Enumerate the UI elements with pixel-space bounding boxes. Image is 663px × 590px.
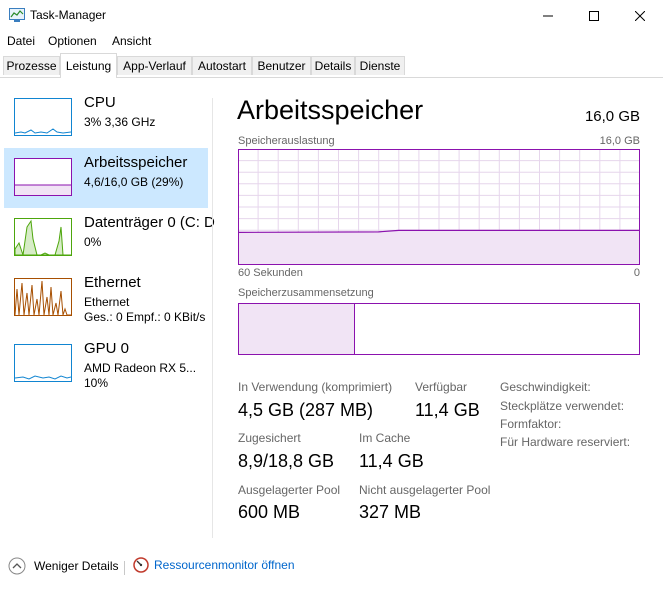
- sidebar-item-sub: Ethernet: [84, 295, 130, 309]
- sidebar-item-title: GPU 0: [84, 340, 130, 357]
- sidebar-item-arbeitsspeicher[interactable]: Arbeitsspeicher 4,6/16,0 GB (29%): [4, 148, 208, 208]
- tab-benutzer[interactable]: Benutzer: [252, 56, 311, 75]
- slots-used-label: Steckplätze verwendet:: [500, 399, 625, 413]
- sidebar-item-title: Ethernet: [84, 274, 141, 291]
- tab-app-verlauf[interactable]: App-Verlauf: [117, 56, 192, 75]
- menu-bar: Datei Optionen Ansicht: [0, 31, 663, 51]
- maximize-icon: [589, 10, 599, 21]
- paged-pool-value: 600 MB: [238, 502, 301, 522]
- cpu-thumbnail-graph: [14, 98, 72, 136]
- memory-usage-area: [239, 230, 639, 264]
- in-use-label: In Verwendung (komprimiert): [238, 380, 393, 394]
- usage-graph-label: Speicherauslastung: [238, 135, 335, 147]
- page-title: Arbeitsspeicher: [237, 95, 424, 125]
- total-memory: 16,0 GB: [584, 108, 640, 125]
- close-icon: [635, 10, 645, 21]
- tab-strip: Prozesse Leistung App-Verlauf Autostart …: [0, 53, 663, 78]
- sidebar-item-sub: AMD Radeon RX 5...: [84, 361, 197, 375]
- chevron-up-icon: [8, 557, 26, 575]
- resource-monitor-link[interactable]: Ressourcenmonitor öffnen: [133, 557, 295, 573]
- tab-autostart[interactable]: Autostart: [192, 56, 252, 75]
- memory-sparkline: [15, 184, 71, 195]
- nonpaged-pool-value: 327 MB: [359, 502, 422, 522]
- ethernet-sparkline: [14, 280, 71, 316]
- close-button[interactable]: [617, 0, 663, 31]
- sidebar-item-title: Arbeitsspeicher: [84, 154, 188, 171]
- resource-monitor-label: Ressourcenmonitor öffnen: [154, 558, 295, 572]
- minimize-icon: [543, 15, 553, 16]
- composition-in-use-segment[interactable]: [239, 304, 355, 354]
- committed-label: Zugesichert: [238, 431, 301, 445]
- menu-optionen[interactable]: Optionen: [48, 34, 97, 48]
- composition-label: Speicherzusammensetzung: [238, 287, 374, 299]
- tab-prozesse[interactable]: Prozesse: [3, 56, 60, 75]
- tab-dienste[interactable]: Dienste: [355, 56, 405, 75]
- form-factor-label: Formfaktor:: [500, 417, 562, 431]
- committed-value: 8,9/18,8 GB: [238, 451, 335, 471]
- footer-bar: Weniger Details Ressourcenmonitor öffnen: [0, 555, 663, 581]
- sidebar-divider: [212, 98, 213, 538]
- gpu-thumbnail-graph: [14, 344, 72, 382]
- minimize-button[interactable]: [525, 0, 571, 31]
- window-title: Task-Manager: [30, 8, 107, 22]
- cpu-sparkline: [14, 128, 72, 134]
- available-value: 11,4 GB: [415, 400, 480, 420]
- title-bar: Task-Manager: [0, 0, 663, 31]
- tab-leistung[interactable]: Leistung: [60, 53, 117, 78]
- in-use-value: 4,5 GB (287 MB): [238, 400, 374, 420]
- fewer-details-button[interactable]: Weniger Details: [8, 557, 118, 575]
- sidebar-item-sub: 4,6/16,0 GB (29%): [84, 175, 184, 189]
- paged-pool-label: Ausgelagerter Pool: [238, 483, 341, 497]
- tab-details[interactable]: Details: [311, 56, 355, 75]
- maximize-button[interactable]: [571, 0, 617, 31]
- sidebar-item-datentraeger[interactable]: Datenträger 0 (C: D 0%: [4, 208, 215, 268]
- sidebar-item-title: Datenträger 0 (C: D: [84, 214, 215, 231]
- sidebar-item-cpu[interactable]: CPU 3% 3,36 GHz: [4, 88, 208, 148]
- graph-time-left: 60 Sekunden: [238, 267, 303, 279]
- memory-composition-bar: [238, 303, 640, 355]
- sidebar-item-title: CPU: [84, 94, 116, 111]
- usage-graph-max: 16,0 GB: [599, 135, 640, 147]
- fewer-details-label: Weniger Details: [34, 559, 119, 573]
- cached-value: 11,4 GB: [359, 451, 424, 471]
- cached-label: Im Cache: [359, 431, 411, 445]
- footer-separator: [124, 561, 125, 575]
- nonpaged-pool-label: Nicht ausgelagerter Pool: [359, 483, 491, 497]
- speed-label: Geschwindigkeit:: [500, 380, 591, 394]
- menu-ansicht[interactable]: Ansicht: [112, 34, 151, 48]
- graph-time-right: 0: [633, 267, 640, 279]
- gpu-sparkline: [14, 375, 72, 380]
- sidebar-item-sub: 3% 3,36 GHz: [84, 115, 156, 129]
- sidebar-item-gpu[interactable]: GPU 0 AMD Radeon RX 5... 10%: [4, 334, 208, 394]
- sidebar-item-sub: 0%: [84, 235, 102, 249]
- hardware-reserved-label: Für Hardware reserviert:: [500, 435, 631, 449]
- ethernet-thumbnail-graph: [14, 278, 72, 316]
- sidebar-item-sub2: Ges.: 0 Empf.: 0 KBit/s: [84, 310, 206, 324]
- resource-monitor-icon: [133, 557, 149, 573]
- task-manager-icon: [9, 8, 25, 22]
- disk-sparkline: [14, 219, 71, 256]
- available-label: Verfügbar: [415, 380, 468, 394]
- sidebar-item-sub2: 10%: [84, 376, 109, 390]
- memory-thumbnail-graph: [14, 158, 72, 196]
- menu-datei[interactable]: Datei: [7, 34, 35, 48]
- memory-usage-graph: [238, 149, 640, 265]
- sidebar-item-ethernet[interactable]: Ethernet Ethernet Ges.: 0 Empf.: 0 KBit/…: [4, 268, 208, 328]
- disk-thumbnail-graph: [14, 218, 72, 256]
